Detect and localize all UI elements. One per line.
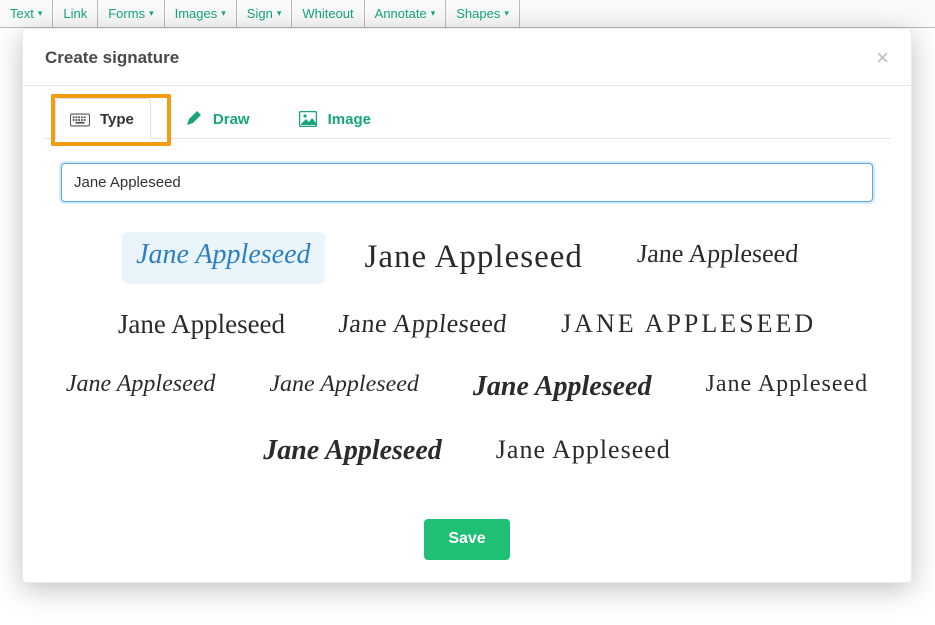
signature-option-5[interactable]: Jane Appleseed: [323, 302, 524, 346]
modal-header: Create signature ×: [23, 29, 911, 86]
tab-type-label: Type: [100, 111, 134, 128]
signature-option-12[interactable]: Jane Appleseed: [482, 428, 685, 474]
tab-draw-label: Draw: [213, 111, 250, 128]
tab-image-label: Image: [328, 111, 371, 128]
signature-option-1[interactable]: Jane Appleseed: [122, 232, 324, 284]
signature-option-8[interactable]: Jane Appleseed: [255, 365, 433, 408]
tab-type[interactable]: Type: [55, 98, 151, 139]
editor-toolbar: Text▾ Link Forms▾ Images▾ Sign▾ Whiteout…: [0, 0, 935, 28]
signature-option-2[interactable]: Jane Appleseed: [351, 232, 597, 284]
toolbar-item-annotate[interactable]: Annotate▾: [365, 0, 447, 27]
toolbar-item-sign[interactable]: Sign▾: [237, 0, 293, 27]
signature-option-7[interactable]: Jane Appleseed: [52, 364, 230, 410]
image-icon: [298, 111, 318, 127]
keyboard-icon: [70, 112, 90, 128]
signature-option-4[interactable]: Jane Appleseed: [104, 302, 299, 346]
signature-style-grid: Jane Appleseed Jane Appleseed Jane Apple…: [43, 214, 891, 501]
signature-mode-tabs: Type Draw Image: [43, 98, 891, 139]
modal-body: Type Draw Image Jan: [23, 86, 911, 509]
create-signature-modal: Create signature × Type Draw: [22, 28, 912, 583]
signature-option-11[interactable]: Jane Appleseed: [249, 428, 456, 474]
toolbar-item-shapes[interactable]: Shapes▾: [446, 0, 520, 27]
modal-title: Create signature: [45, 48, 179, 68]
signature-option-10[interactable]: Jane Appleseed: [692, 364, 883, 410]
save-button[interactable]: Save: [424, 519, 509, 560]
toolbar-item-text[interactable]: Text▾: [0, 0, 53, 27]
toolbar-item-forms[interactable]: Forms▾: [98, 0, 164, 27]
signature-option-3[interactable]: Jane Appleseed: [621, 232, 814, 284]
modal-footer: Save: [23, 509, 911, 582]
signature-name-input[interactable]: [61, 163, 873, 202]
signature-option-6[interactable]: JANE APPLESEED: [547, 302, 830, 346]
tab-image[interactable]: Image: [284, 98, 387, 138]
toolbar-item-whiteout[interactable]: Whiteout: [292, 0, 364, 27]
close-icon[interactable]: ×: [876, 47, 889, 69]
toolbar-item-link[interactable]: Link: [53, 0, 98, 27]
signature-option-9[interactable]: Jane Appleseed: [459, 364, 666, 410]
pencil-icon: [183, 111, 203, 127]
toolbar-item-images[interactable]: Images▾: [165, 0, 237, 27]
tab-draw[interactable]: Draw: [169, 98, 266, 138]
